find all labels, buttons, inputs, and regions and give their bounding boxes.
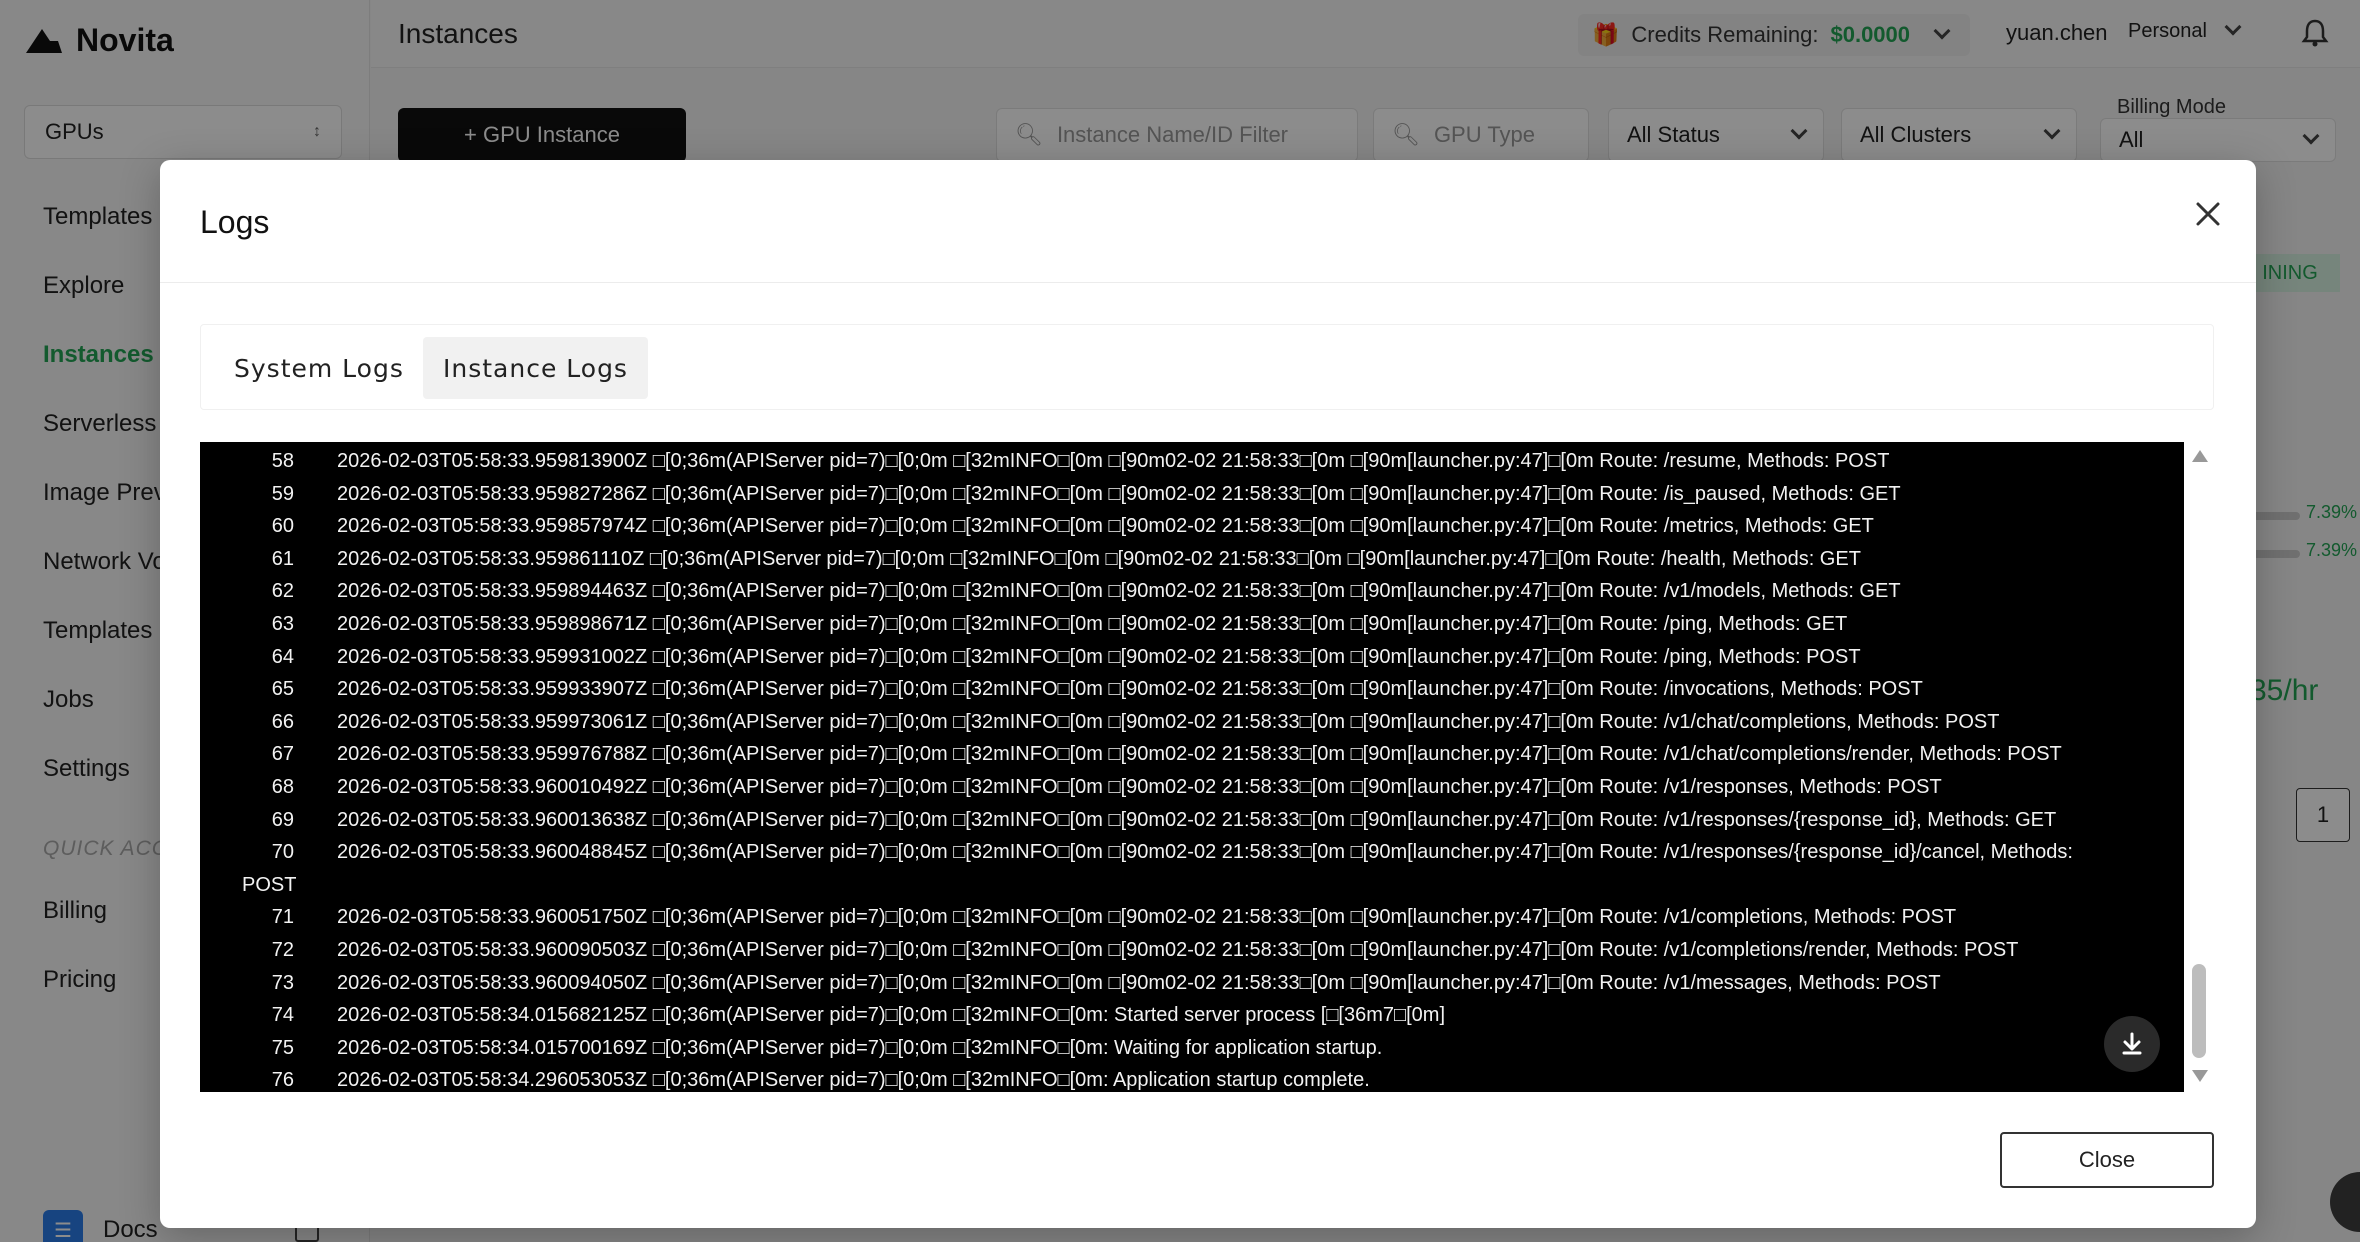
close-icon[interactable] [2188, 194, 2228, 234]
log-line-text: 2026-02-03T05:58:34.015682125Z □[0;36m(A… [337, 1004, 1445, 1027]
log-line-text: 2026-02-03T05:58:34.296053053Z □[0;36m(A… [337, 1069, 1370, 1092]
log-line-text: 2026-02-03T05:58:34.015700169Z □[0;36m(A… [337, 1036, 1383, 1059]
log-line-number: 65 [271, 678, 294, 701]
log-line: 64 2026-02-03T05:58:33.959931002Z □[0;36m… [200, 646, 2184, 678]
log-line-text: 2026-02-03T05:58:33.959857974Z □[0;36m(A… [337, 515, 1874, 538]
download-icon [2122, 1032, 2142, 1055]
log-line-text: 2026-02-03T05:58:33.960048845Z □[0;36m(A… [337, 841, 2073, 864]
log-line: 62 2026-02-03T05:58:33.959894463Z □[0;36m… [200, 580, 2184, 612]
log-line-number: 71 [271, 906, 294, 929]
log-line: 58 2026-02-03T05:58:33.959813900Z □[0;36m… [200, 450, 2184, 482]
scroll-down-arrow[interactable] [2192, 1070, 2208, 1082]
tab-system-logs[interactable]: System Logs [214, 337, 424, 399]
logs-modal: Logs System Logs Instance Logs 58 2026-02… [160, 160, 2256, 1228]
log-line: 75 2026-02-03T05:58:34.015700169Z □[0;36m… [200, 1037, 2184, 1069]
log-line-text: 2026-02-03T05:58:33.959898671Z □[0;36m(A… [337, 613, 1848, 635]
log-line-number: 58 [271, 450, 294, 472]
log-line-number: 60 [271, 515, 294, 538]
log-line-number: 72 [271, 939, 294, 961]
log-line: 71 2026-02-03T05:58:33.960051750Z □[0;36m… [200, 906, 2184, 938]
close-button[interactable]: Close [2000, 1132, 2214, 1188]
log-line: 69 2026-02-03T05:58:33.960013638Z □[0;36m… [200, 809, 2184, 841]
modal-title: Logs [200, 204, 270, 240]
divider [160, 282, 2256, 283]
log-line-text: 2026-02-03T05:58:33.959973061Z □[0;36m(A… [337, 710, 2000, 733]
log-line-text: 2026-02-03T05:58:33.960010492Z □[0;36m(A… [337, 776, 1942, 798]
log-line-text: 2026-02-03T05:58:33.959931002Z □[0;36m(A… [337, 645, 1861, 668]
log-line-wrap: POST [242, 873, 297, 896]
log-line: 63 2026-02-03T05:58:33.959898671Z □[0;36m… [200, 613, 2184, 645]
scroll-up-arrow[interactable] [2192, 450, 2208, 462]
log-line-text: 2026-02-03T05:58:33.959861110Z □[0;36m(A… [337, 547, 1861, 570]
log-line-number: 66 [271, 710, 294, 733]
log-line-number: 61 [271, 547, 294, 570]
log-line-number: 70 [271, 841, 294, 864]
scrollbar-thumb[interactable] [2192, 964, 2206, 1058]
log-line: 65 2026-02-03T05:58:33.959933907Z □[0;36m… [200, 678, 2184, 710]
log-line: 60 2026-02-03T05:58:33.959857974Z □[0;36m… [200, 515, 2184, 547]
log-line-number: 74 [271, 1004, 294, 1027]
log-line-number: 76 [271, 1069, 294, 1092]
log-tabs: System Logs Instance Logs [200, 324, 2214, 410]
log-line-number: 68 [271, 776, 294, 798]
log-line: 67 2026-02-03T05:58:33.959976788Z □[0;36m… [200, 743, 2184, 775]
log-line-number: 63 [271, 613, 294, 635]
download-logs-button[interactable] [2104, 1016, 2160, 1072]
log-line: 74 2026-02-03T05:58:34.015682125Z □[0;36m… [200, 1004, 2184, 1036]
log-line-number: 69 [271, 808, 294, 831]
log-line-text: 2026-02-03T05:58:33.959813900Z □[0;36m(A… [337, 450, 1890, 472]
log-line-number: 75 [271, 1036, 294, 1059]
log-line-number: 64 [271, 645, 294, 668]
log-line-text: 2026-02-03T05:58:33.959894463Z □[0;36m(A… [337, 580, 1901, 603]
log-line: 70 2026-02-03T05:58:33.960048845Z □[0;36m… [200, 841, 2184, 873]
log-line: 76 2026-02-03T05:58:34.296053053Z □[0;36m… [200, 1069, 2184, 1092]
log-line: 66 2026-02-03T05:58:33.959973061Z □[0;36m… [200, 711, 2184, 743]
log-line-number: 59 [271, 482, 294, 505]
log-line: 72 2026-02-03T05:58:33.960090503Z □[0;36m… [200, 939, 2184, 971]
log-line: 73 2026-02-03T05:58:33.960094050Z □[0;36m… [200, 972, 2184, 1004]
log-line-text: 2026-02-03T05:58:33.959976788Z □[0;36m(A… [337, 743, 2062, 766]
log-line-text: 2026-02-03T05:58:33.959827286Z □[0;36m(A… [337, 482, 1901, 505]
log-line: 61 2026-02-03T05:58:33.959861110Z □[0;36m… [200, 548, 2184, 580]
log-line-number: 73 [271, 971, 294, 994]
log-line-text: 2026-02-03T05:58:33.960051750Z □[0;36m(A… [337, 906, 1957, 929]
log-line-text: 2026-02-03T05:58:33.960090503Z □[0;36m(A… [337, 939, 2019, 961]
log-line-number: 67 [271, 743, 294, 766]
log-line: 59 2026-02-03T05:58:33.959827286Z □[0;36m… [200, 483, 2184, 515]
log-line: 68 2026-02-03T05:58:33.960010492Z □[0;36m… [200, 776, 2184, 808]
log-line-text: 2026-02-03T05:58:33.960013638Z □[0;36m(A… [337, 808, 2057, 831]
tab-instance-logs[interactable]: Instance Logs [423, 337, 648, 399]
log-line-number: 62 [271, 580, 294, 603]
log-viewer[interactable]: 58 2026-02-03T05:58:33.959813900Z □[0;36m… [200, 442, 2184, 1092]
log-line-text: 2026-02-03T05:58:33.959933907Z □[0;36m(A… [337, 678, 1923, 701]
log-line-text: 2026-02-03T05:58:33.960094050Z □[0;36m(A… [337, 971, 1941, 994]
